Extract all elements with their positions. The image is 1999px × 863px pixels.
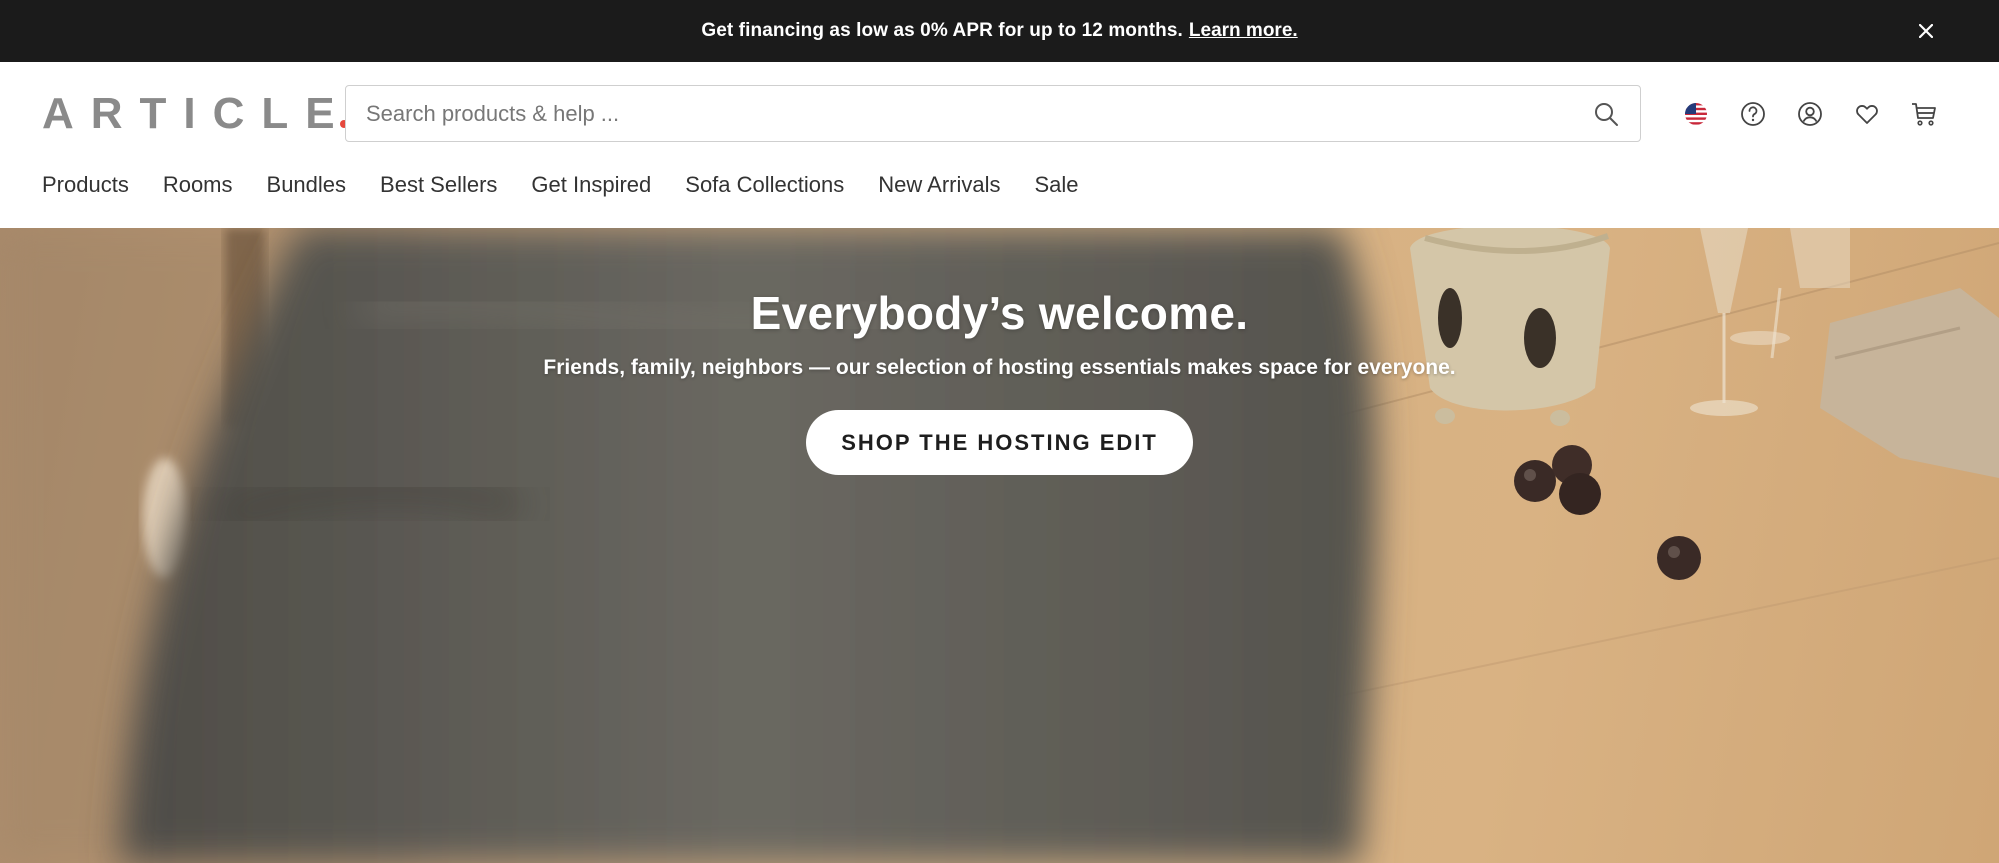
nav-item-bundles[interactable]: Bundles [267, 172, 347, 198]
heart-icon[interactable] [1853, 100, 1881, 128]
logo-text: ARTICLE [42, 89, 352, 138]
nav-item-sale[interactable]: Sale [1035, 172, 1079, 198]
learn-more-link[interactable]: Learn more. [1189, 20, 1298, 42]
close-icon[interactable] [1913, 18, 1939, 44]
site-header: ARTICLE Search products & help ... Produ… [0, 62, 1999, 228]
nav-item-get-inspired[interactable]: Get Inspired [531, 172, 651, 198]
help-icon[interactable] [1739, 100, 1767, 128]
nav-item-new-arrivals[interactable]: New Arrivals [878, 172, 1000, 198]
promo-banner: Get financing as low as 0% APR for up to… [0, 0, 1999, 62]
search-input[interactable] [366, 100, 1592, 127]
hero-content: Everybody’s welcome. Friends, family, ne… [0, 286, 1999, 475]
shop-hosting-edit-button[interactable]: SHOP THE HOSTING EDIT [806, 410, 1193, 475]
nav-item-sofa-collections[interactable]: Sofa Collections [685, 172, 844, 198]
nav-item-rooms[interactable]: Rooms [163, 172, 233, 198]
hero-banner[interactable]: Everybody’s welcome. Friends, family, ne… [0, 228, 1999, 863]
account-icon[interactable] [1796, 100, 1824, 128]
hero-title: Everybody’s welcome. [750, 287, 1249, 339]
promo-text: Get financing as low as 0% APR for up to… [701, 20, 1183, 41]
hero-subtitle: Friends, family, neighbors — our selecti… [543, 356, 1456, 379]
us-flag-icon[interactable] [1682, 100, 1710, 128]
search-bar [345, 85, 1641, 142]
nav-item-best-sellers[interactable]: Best Sellers [380, 172, 497, 198]
cart-icon[interactable] [1910, 100, 1938, 128]
search-icon[interactable] [1592, 100, 1620, 128]
main-nav: Products Rooms Bundles Best Sellers Get … [42, 172, 1113, 198]
logo[interactable]: ARTICLE [42, 92, 348, 136]
nav-item-products[interactable]: Products [42, 172, 129, 198]
header-icons [1682, 100, 1967, 128]
